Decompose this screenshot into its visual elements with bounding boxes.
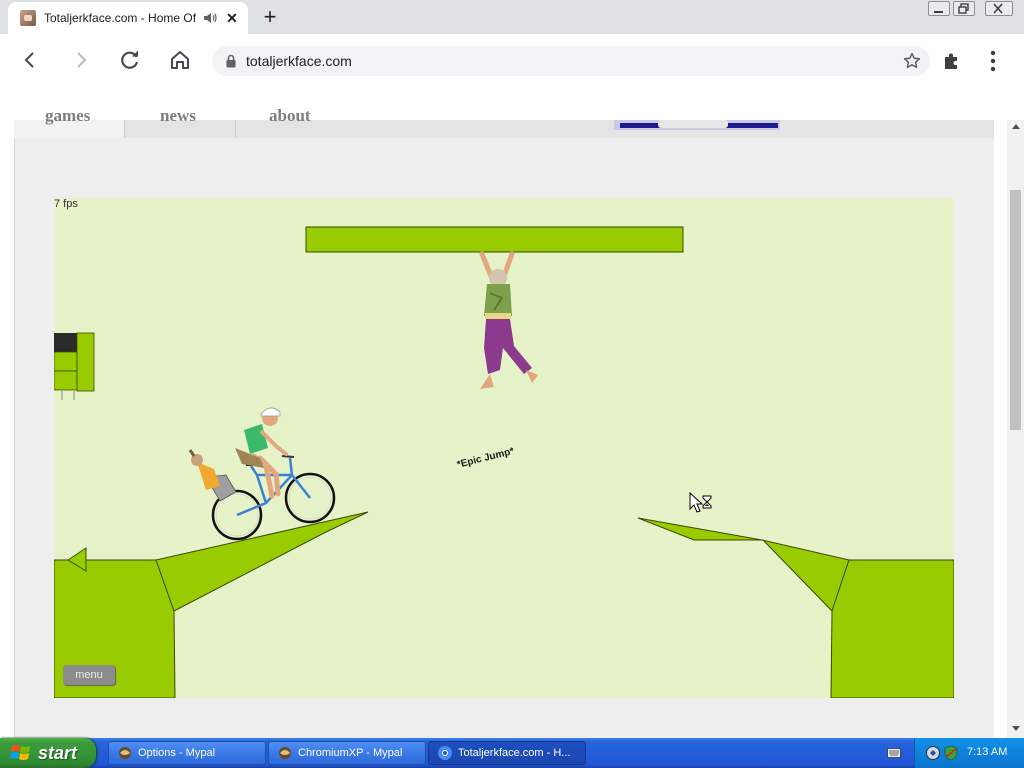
reload-icon: [121, 50, 139, 69]
nav-item-games[interactable]: games: [45, 106, 90, 126]
taskbar-item-chromiumxp-mypal[interactable]: ChromiumXP - Mypal: [268, 741, 426, 765]
windows-logo-icon: [10, 745, 30, 760]
url-text[interactable]: totaljerkface.com: [246, 52, 352, 70]
cyclist-player: [188, 407, 336, 541]
page-scrollbar[interactable]: [1007, 120, 1024, 738]
tab-title: Totaljerkface.com - Home Of Ha: [44, 11, 196, 25]
back-arrow-icon: [24, 52, 34, 68]
plus-icon: +: [263, 4, 277, 29]
start-label: start: [38, 742, 78, 763]
start-button[interactable]: start: [0, 738, 96, 768]
totaljerkface-favicon-icon: [20, 10, 36, 26]
wall-blocks: [54, 332, 95, 400]
forward-button[interactable]: [67, 46, 95, 74]
security-shield-icon[interactable]: [943, 745, 959, 761]
taskbar-item-options-mypal[interactable]: Options - Mypal: [108, 741, 266, 765]
header-banner[interactable]: [614, 120, 780, 130]
close-icon: [993, 3, 1003, 14]
minimize-icon: [934, 11, 943, 13]
hanging-ragdoll: [479, 251, 538, 389]
scrollbar-thumb[interactable]: [1010, 190, 1021, 430]
game-menu-button[interactable]: menu: [63, 665, 115, 685]
web-page: games news about 7 fps *Epic Jump* menu: [0, 88, 1024, 738]
nav-item-about[interactable]: about: [269, 106, 311, 126]
busy-cursor-icon: [689, 492, 712, 513]
new-tab-button[interactable]: +: [258, 6, 282, 30]
mypal-icon: [119, 747, 131, 759]
tray-app-icon[interactable]: [925, 745, 941, 761]
restore-button[interactable]: [953, 1, 975, 16]
taskbar-item-totaljerkface[interactable]: Totaljerkface.com - H...: [428, 741, 586, 765]
system-tray: 7:13 AM: [914, 738, 1024, 768]
taskbar-item-label: Options - Mypal: [138, 747, 216, 759]
right-ramp: [637, 517, 954, 698]
close-icon[interactable]: ✕: [224, 10, 240, 26]
scroll-down-arrow-icon[interactable]: [1012, 726, 1020, 731]
kebab-menu-icon[interactable]: [983, 49, 1003, 73]
taskbar-clock[interactable]: 7:13 AM: [967, 746, 1007, 758]
home-icon: [171, 51, 189, 69]
reload-button[interactable]: [116, 46, 144, 74]
nav-item-news[interactable]: news: [160, 106, 196, 126]
chromium-icon: [438, 746, 452, 760]
keyboard-icon[interactable]: [887, 747, 901, 759]
game-canvas[interactable]: 7 fps *Epic Jump* menu: [54, 198, 954, 698]
taskbar-item-label: ChromiumXP - Mypal: [298, 747, 403, 759]
scroll-up-arrow-icon[interactable]: [1012, 124, 1020, 129]
browser-tab[interactable]: Totaljerkface.com - Home Of Ha ✕: [8, 2, 248, 34]
nav-divider: [124, 120, 125, 138]
windows-taskbar: start Options - Mypal ChromiumXP - Mypal…: [0, 738, 1024, 768]
nav-divider: [235, 120, 236, 138]
star-icon[interactable]: [902, 51, 922, 71]
puzzle-icon[interactable]: [942, 51, 962, 71]
site-nav: games news about: [14, 106, 994, 138]
screen: Totaljerkface.com - Home Of Ha ✕ +: [0, 0, 1024, 768]
green-beam: [305, 226, 684, 253]
home-button[interactable]: [166, 46, 194, 74]
tab-strip: Totaljerkface.com - Home Of Ha ✕ +: [0, 0, 1024, 34]
taskbar-item-label: Totaljerkface.com - H...: [458, 747, 571, 759]
mypal-icon: [279, 747, 291, 759]
minimize-button[interactable]: [928, 1, 950, 16]
forward-arrow-icon: [77, 52, 87, 68]
back-button[interactable]: [16, 46, 44, 74]
window-close-button[interactable]: [985, 1, 1013, 16]
lock-icon[interactable]: [226, 54, 236, 68]
fps-counter: 7 fps: [54, 198, 78, 210]
speaker-icon[interactable]: [202, 10, 218, 26]
restore-icon: [958, 3, 969, 14]
